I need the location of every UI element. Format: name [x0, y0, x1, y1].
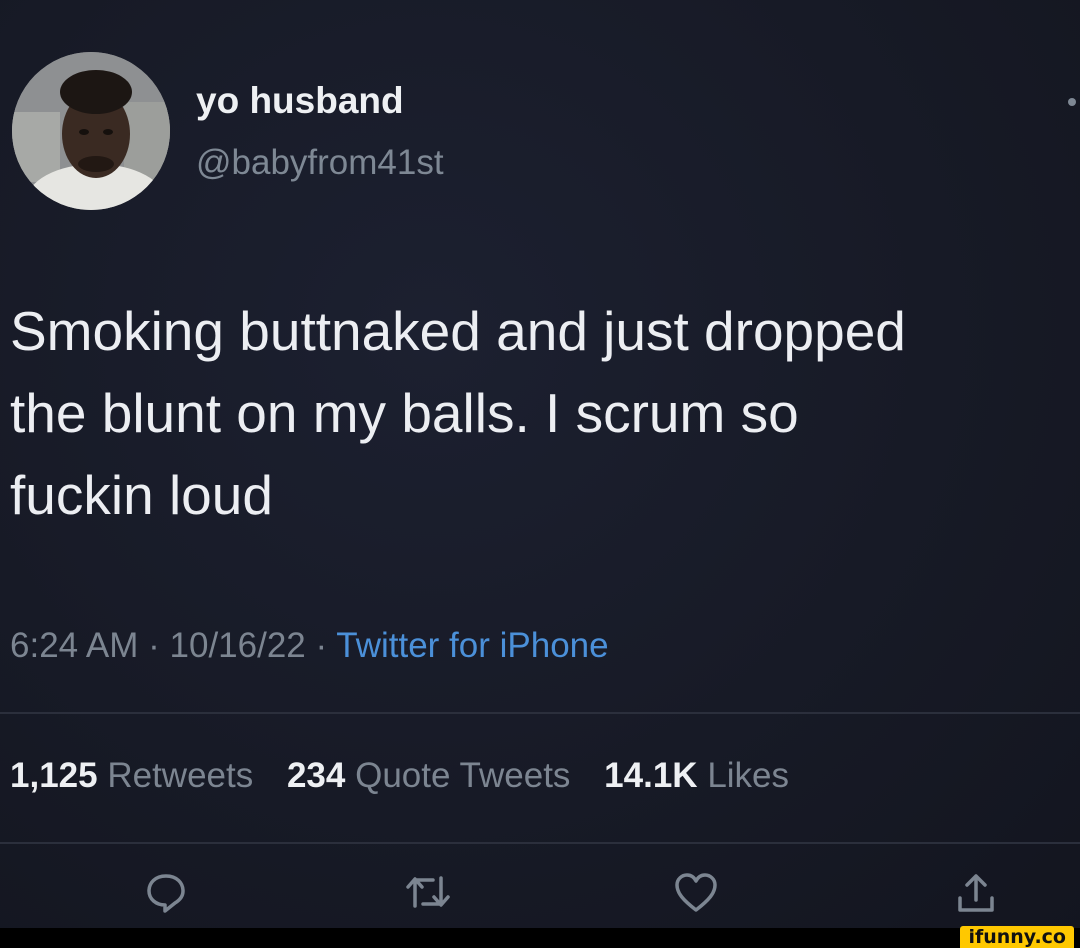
retweets-label: Retweets [107, 756, 254, 795]
share-icon [958, 874, 994, 912]
retweets-stat[interactable]: 1,125 Retweets [10, 756, 253, 796]
ifunny-watermark: ifunny.co [960, 926, 1074, 948]
quote-tweets-stat[interactable]: 234 Quote Tweets [287, 756, 570, 796]
retweets-count: 1,125 [10, 756, 98, 795]
like-button[interactable] [668, 870, 724, 926]
likes-count: 14.1K [604, 756, 698, 795]
more-options-icon[interactable] [1068, 98, 1076, 106]
tweet-date[interactable]: 10/16/22 [170, 626, 306, 665]
retweet-icon [406, 876, 450, 908]
share-button[interactable] [948, 870, 1004, 926]
watermark-text: ifunny.co [968, 926, 1066, 948]
divider [0, 842, 1080, 844]
quote-tweets-label: Quote Tweets [355, 756, 571, 795]
likes-label: Likes [707, 756, 790, 795]
avatar-photo [12, 52, 170, 210]
reply-icon [147, 874, 185, 913]
reply-button[interactable] [138, 870, 194, 926]
action-bar [0, 870, 1080, 930]
tweet-stats: 1,125 Retweets 234 Quote Tweets 14.1K Li… [10, 756, 813, 796]
quote-tweets-count: 234 [286, 756, 346, 795]
footer-bar [0, 928, 1080, 948]
meta-separator: · [305, 626, 337, 665]
avatar[interactable] [12, 52, 170, 210]
display-name[interactable]: yo husband [196, 80, 404, 122]
tweet-meta: 6:24 AM · 10/16/22 · Twitter for iPhone [10, 626, 609, 666]
tweet-screenshot: yo husband @babyfrom41st Smoking buttnak… [0, 0, 1080, 948]
tweet-source-link[interactable]: Twitter for iPhone [336, 626, 608, 665]
tweet-text: Smoking buttnaked and just dropped the b… [10, 300, 906, 526]
like-icon [675, 873, 717, 912]
meta-separator: · [138, 626, 170, 665]
tweet-time[interactable]: 6:24 AM [10, 626, 138, 665]
likes-stat[interactable]: 14.1K Likes [604, 756, 789, 796]
user-handle[interactable]: @babyfrom41st [196, 143, 444, 183]
divider [0, 712, 1080, 714]
retweet-button[interactable] [400, 870, 456, 926]
